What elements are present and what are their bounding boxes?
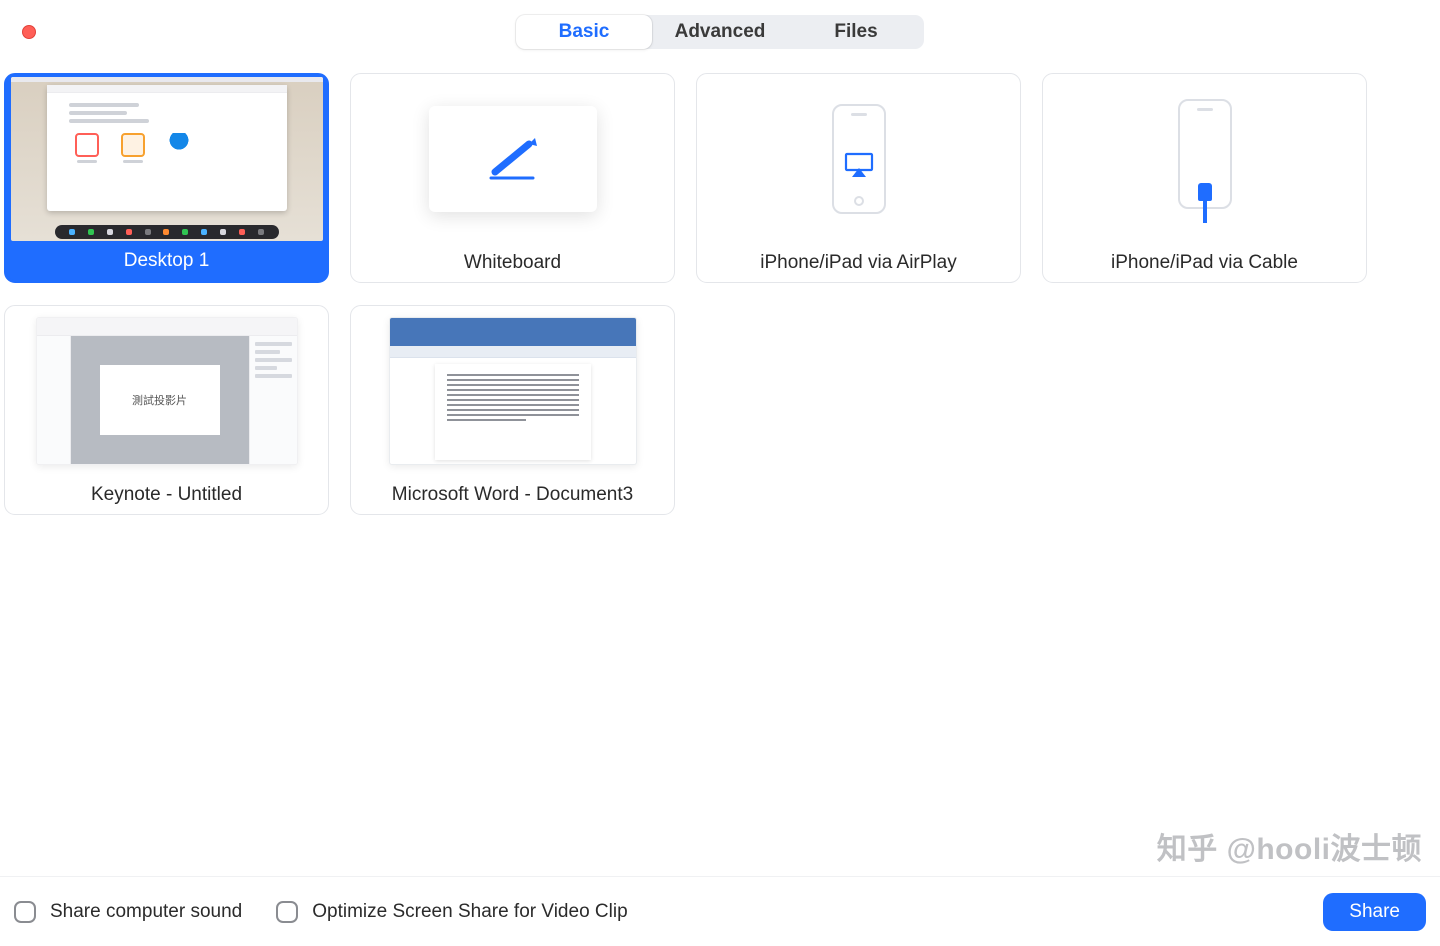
checkbox-box-icon [276, 901, 298, 923]
tile-iphone-cable[interactable]: iPhone/iPad via Cable [1042, 73, 1367, 283]
tile-thumbnail [7, 76, 326, 242]
keynote-slide-text: 測試投影片 [100, 365, 220, 435]
tile-whiteboard[interactable]: Whiteboard [350, 73, 675, 283]
iphone-airplay-icon [832, 104, 886, 214]
checkbox-share-computer-sound[interactable]: Share computer sound [14, 901, 242, 923]
tile-caption: Microsoft Word - Document3 [392, 476, 633, 514]
tile-iphone-airplay[interactable]: iPhone/iPad via AirPlay [696, 73, 1021, 283]
tile-caption: Desktop 1 [124, 242, 210, 280]
tile-thumbnail [697, 74, 1020, 244]
desktop-screenshot-icon [11, 77, 323, 241]
watermark-text: 知乎 @hooli波士顿 [1147, 824, 1422, 868]
keynote-window-icon: 測試投影片 [36, 317, 298, 465]
checkbox-label: Share computer sound [50, 901, 242, 923]
tile-caption: iPhone/iPad via Cable [1111, 244, 1298, 282]
whiteboard-icon [429, 106, 597, 212]
close-window-button[interactable] [22, 25, 36, 39]
tile-caption: iPhone/iPad via AirPlay [760, 244, 956, 282]
tile-thumbnail: 測試投影片 [5, 306, 328, 476]
mode-segmented-control: Basic Advanced Files [516, 15, 924, 49]
tile-caption: Keynote - Untitled [91, 476, 242, 514]
tile-desktop-1[interactable]: Desktop 1 [4, 73, 329, 283]
iphone-cable-icon [1178, 99, 1232, 209]
tile-thumbnail [351, 74, 674, 244]
checkbox-box-icon [14, 901, 36, 923]
checkbox-optimize-video-clip[interactable]: Optimize Screen Share for Video Clip [276, 901, 627, 923]
bottom-bar: Share computer sound Optimize Screen Sha… [0, 876, 1440, 946]
share-button[interactable]: Share [1323, 893, 1426, 931]
tab-basic[interactable]: Basic [516, 15, 652, 49]
tile-thumbnail [1043, 74, 1366, 244]
tile-msword[interactable]: Microsoft Word - Document3 [350, 305, 675, 515]
share-source-grid: Desktop 1 Whiteboard [4, 73, 1436, 515]
word-window-icon [389, 317, 637, 465]
tab-files[interactable]: Files [788, 15, 924, 49]
checkbox-label: Optimize Screen Share for Video Clip [312, 901, 627, 923]
tile-thumbnail [351, 306, 674, 476]
tile-caption: Whiteboard [464, 244, 561, 282]
tab-advanced[interactable]: Advanced [652, 15, 788, 49]
tile-keynote[interactable]: 測試投影片 Keynote - Untitled [4, 305, 329, 515]
